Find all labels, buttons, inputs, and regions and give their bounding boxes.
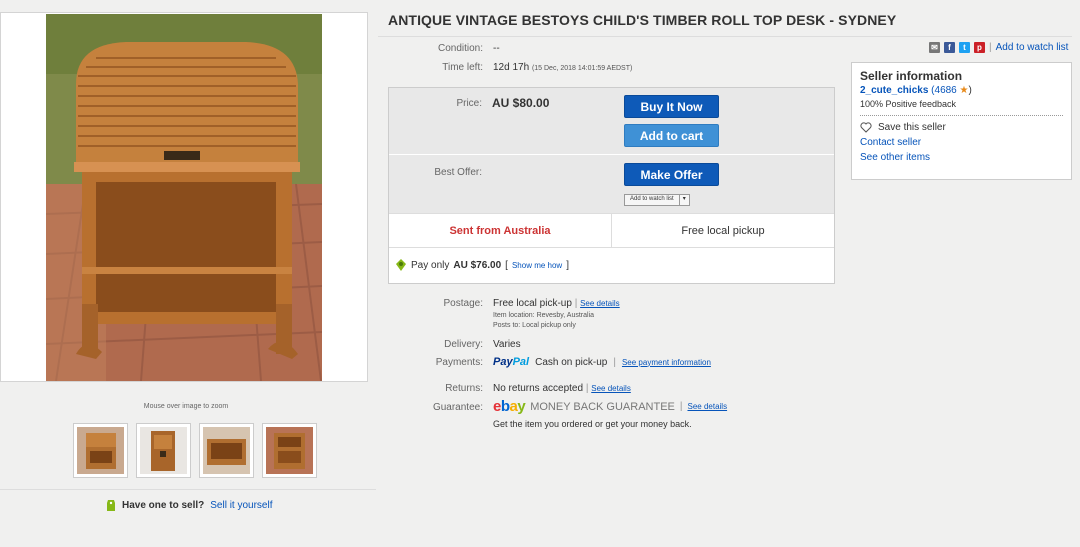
tag-icon (107, 500, 115, 511)
buy-it-now-button[interactable]: Buy It Now (624, 95, 719, 118)
payments-separator: | (613, 356, 616, 368)
time-left-date: (15 Dec, 2018 14:01:59 AEDST) (531, 65, 633, 72)
cash-on-pickup: Cash on pick-up (535, 356, 608, 368)
returns-value: No returns accepted (493, 383, 584, 394)
sent-from-text: Sent from Australia (389, 214, 612, 247)
sell-prompt: Have one to sell? Sell it yourself (106, 499, 273, 512)
payments-row: PayPal Cash on pick-up | See payment inf… (493, 356, 711, 368)
item-location: Item location: Revesby, Australia (493, 312, 595, 319)
returns-see-details-link[interactable]: See details (591, 384, 631, 393)
watch-list-dropdown[interactable]: Add to watch list ▾ (624, 194, 690, 206)
see-payment-information-link[interactable]: See payment information (622, 358, 711, 367)
price-value: AU $80.00 (492, 96, 550, 110)
thumbnail-3[interactable] (199, 423, 254, 478)
shipping-row: Sent from Australia Free local pickup (389, 213, 834, 248)
condition-value: -- (493, 43, 500, 54)
ebay-logo-b: b (500, 398, 510, 415)
thumbnail-2[interactable] (136, 423, 191, 478)
listing-title: ANTIQUE VINTAGE BESTOYS CHILD'S TIMBER R… (388, 12, 897, 28)
buy-box: Price: AU $80.00 Buy It Now Add to cart … (388, 87, 835, 284)
seller-name-link[interactable]: 2_cute_chicks (860, 85, 928, 96)
contact-seller-link[interactable]: Contact seller (860, 137, 921, 148)
sell-it-yourself-link[interactable]: Sell it yourself (210, 500, 272, 511)
guarantee-row: ebay MONEY BACK GUARANTEE | See details (493, 398, 727, 415)
pay-only-prefix: Pay only (411, 259, 450, 271)
payments-label: Payments: (435, 357, 483, 368)
guarantee-see-details-link[interactable]: See details (687, 402, 727, 411)
paypal-logo: PayPal (493, 356, 530, 368)
returns-label: Returns: (445, 383, 483, 394)
heart-icon[interactable] (860, 122, 872, 133)
condition-label: Condition: (437, 43, 483, 54)
seller-name-row: 2_cute_chicks (4686 ★) (860, 85, 1063, 96)
pay-only-row: Pay only AU $76.00 [ Show me how ] (395, 258, 569, 272)
other-items-row: See other items (860, 152, 1063, 163)
seller-info-heading: Seller information (860, 69, 963, 83)
postage-separator: | (574, 298, 578, 309)
returns-row: No returns accepted | See details (493, 383, 631, 394)
positive-feedback: 100% Positive feedback (860, 99, 957, 109)
money-back-guarantee: MONEY BACK GUARANTEE (530, 400, 675, 413)
gallery-divider (0, 489, 376, 490)
thumbnail-4[interactable] (262, 423, 317, 478)
guarantee-label: Guarantee: (432, 402, 483, 413)
add-to-watch-list-link[interactable]: Add to watch list (996, 42, 1069, 53)
show-me-how-link[interactable]: Show me how (512, 261, 562, 270)
ebay-logo-e: e (493, 398, 501, 415)
returns-separator: | (585, 383, 589, 394)
add-to-cart-button[interactable]: Add to cart (624, 124, 719, 147)
guarantee-note: Get the item you ordered or get your mon… (493, 419, 692, 429)
time-left-value: 12d 17h (15 Dec, 2018 14:01:59 AEDST) (493, 62, 632, 73)
watch-list-mini-label[interactable]: Add to watch list (625, 195, 679, 205)
save-seller-row[interactable]: Save this seller (860, 122, 1063, 133)
ebay-logo: ebay (493, 398, 526, 415)
star-icon: ★ (959, 85, 969, 96)
time-left-remaining: 12d 17h (493, 62, 530, 73)
feedback-score-close: ) (968, 85, 972, 96)
feedback-score-link[interactable]: (4686 (931, 85, 957, 96)
pinterest-icon[interactable]: p (974, 42, 985, 53)
seller-info-box: Seller information 2_cute_chicks (4686 ★… (851, 62, 1072, 180)
guarantee-separator: | (679, 401, 683, 412)
twitter-icon[interactable]: t (959, 42, 970, 53)
postage-row: Free local pick-up | See details (493, 298, 620, 309)
sell-prompt-text: Have one to sell? (122, 500, 205, 511)
make-offer-button[interactable]: Make Offer (624, 163, 719, 186)
thumbnail-1[interactable] (73, 423, 128, 478)
share-bar: ✉ f t p | Add to watch list (929, 42, 1068, 53)
see-other-items-link[interactable]: See other items (860, 152, 930, 163)
bracket-close: ] (566, 259, 569, 271)
time-left-label: Time left: (442, 62, 483, 73)
zoom-hint: Mouse over image to zoom (143, 403, 229, 410)
email-icon[interactable]: ✉ (929, 42, 940, 53)
bracket-open: [ (505, 259, 508, 271)
paypal-credit-icon (396, 259, 406, 271)
delivery-value: Varies (493, 339, 521, 350)
main-product-image[interactable] (46, 14, 322, 381)
buy-box-divider (389, 154, 834, 155)
facebook-icon[interactable]: f (944, 42, 955, 53)
postage-see-details-link[interactable]: See details (580, 299, 620, 308)
save-seller-label[interactable]: Save this seller (878, 122, 946, 133)
posts-to: Posts to: Local pickup only (493, 322, 576, 329)
chevron-down-icon[interactable]: ▾ (678, 195, 689, 205)
contact-seller-row: Contact seller (860, 137, 1063, 148)
seller-divider (860, 115, 1063, 116)
ebay-logo-y: y (517, 398, 526, 415)
thumbnail-strip (73, 423, 317, 478)
price-label: Price: (456, 98, 482, 109)
free-pickup-text: Free local pickup (681, 224, 765, 237)
title-divider (378, 36, 1072, 37)
best-offer-label: Best Offer: (434, 167, 482, 178)
postage-value: Free local pick-up (493, 298, 572, 309)
share-separator: | (989, 42, 992, 53)
postage-label: Postage: (443, 298, 483, 309)
delivery-label: Delivery: (444, 339, 483, 350)
pay-only-amount: AU $76.00 (453, 259, 502, 271)
